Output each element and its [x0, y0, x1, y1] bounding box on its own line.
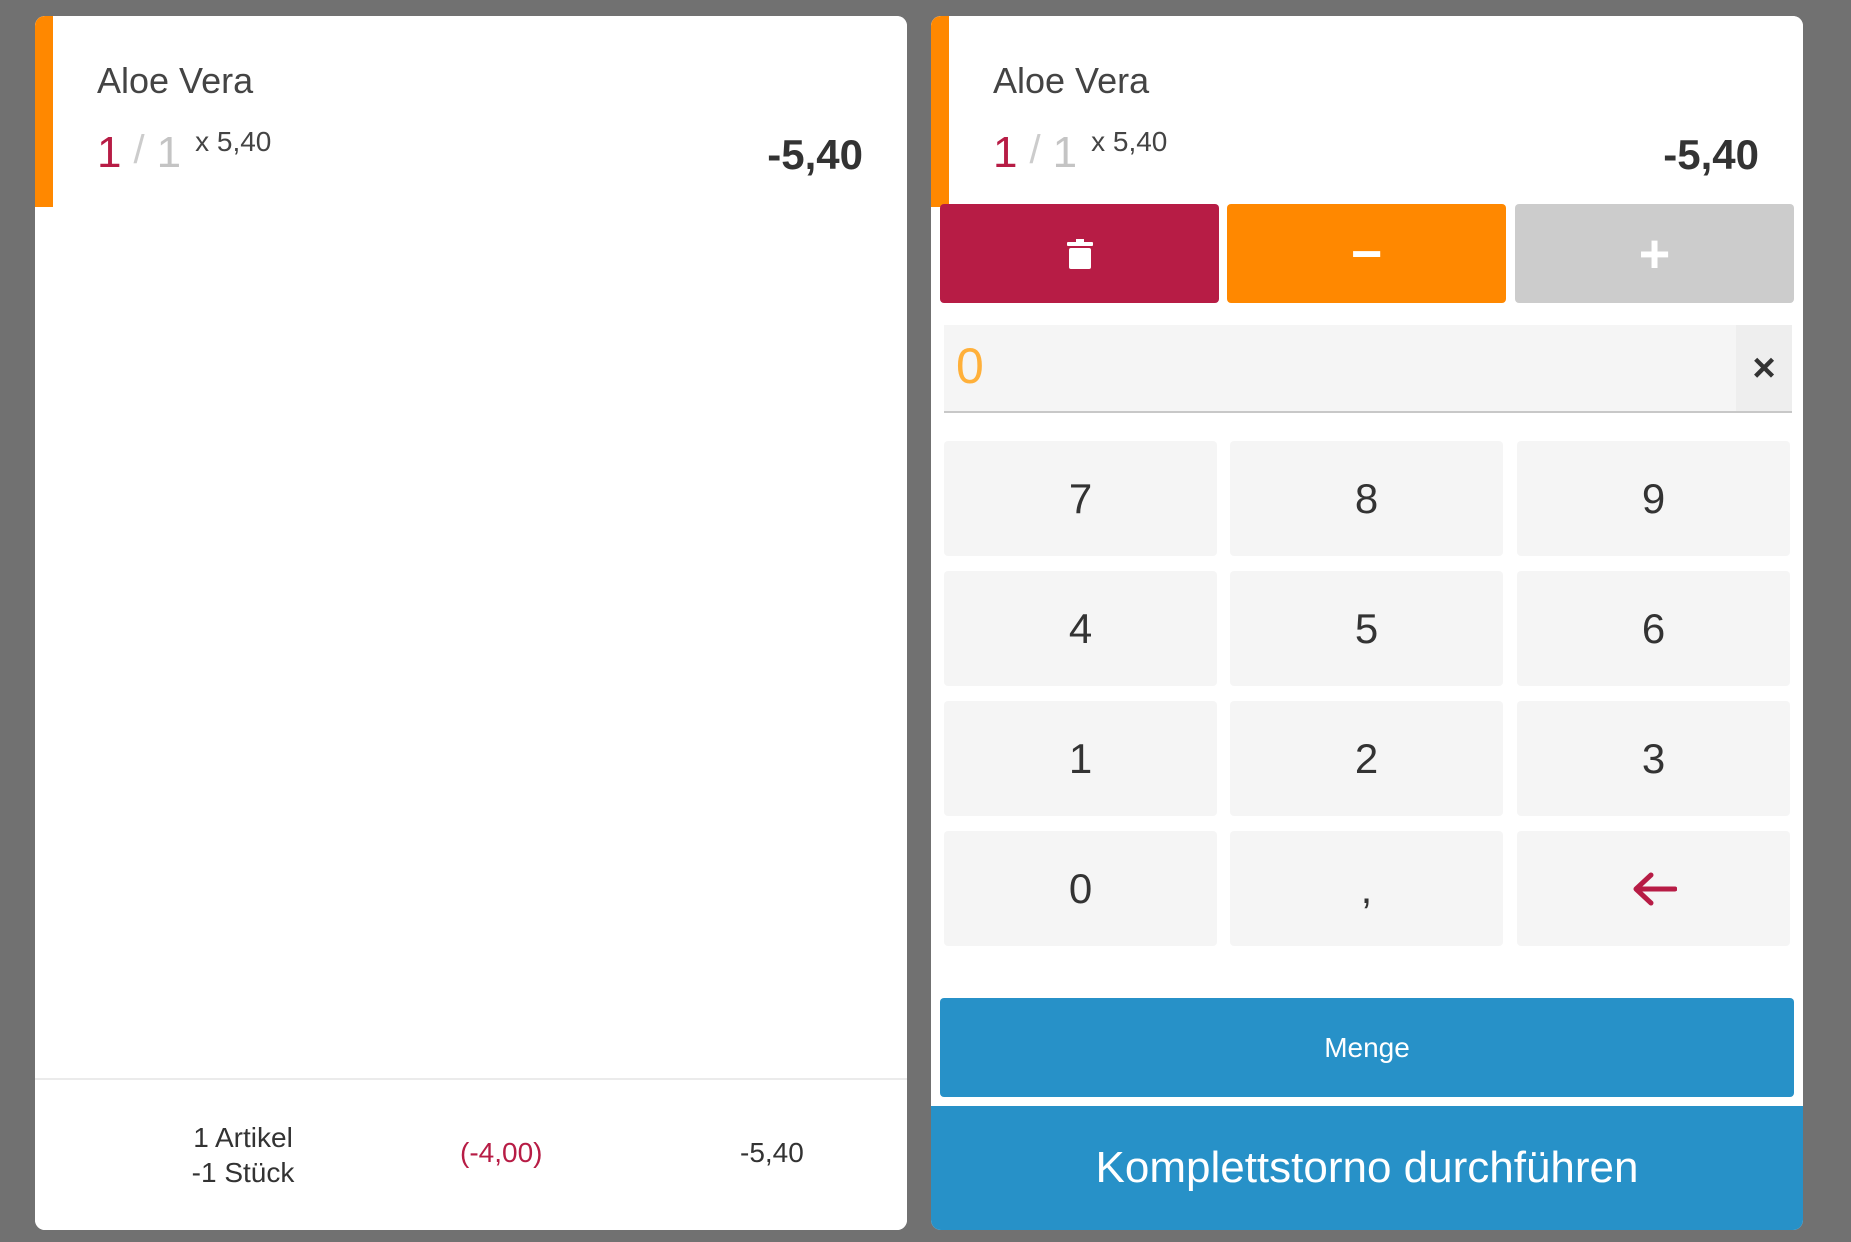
- summary-discount: (-4,00): [460, 1137, 543, 1168]
- item-price: -5,40: [1663, 131, 1759, 178]
- edit-panel: Aloe Vera 1/1 x 5,40 -5,40 − + 0 × 7 8 9 …: [931, 16, 1803, 1230]
- item-name: Aloe Vera: [97, 60, 254, 101]
- receipt-item[interactable]: Aloe Vera 1/1 x 5,40 -5,40: [35, 16, 907, 207]
- selected-item-card: Aloe Vera 1/1 x 5,40 -5,40: [931, 16, 1803, 207]
- key-6[interactable]: 6: [1517, 571, 1790, 686]
- summary-total: -5,40: [740, 1137, 804, 1168]
- quantity-total: 1: [1052, 128, 1078, 177]
- decrease-button[interactable]: −: [1227, 204, 1506, 303]
- delete-button[interactable]: [940, 204, 1219, 303]
- backspace-key[interactable]: [1517, 831, 1790, 946]
- selected-indicator: [35, 16, 53, 207]
- quantity-current: 1: [993, 128, 1018, 177]
- clear-input-button[interactable]: ×: [1736, 325, 1792, 411]
- quantity-current: 1: [97, 128, 122, 177]
- key-comma[interactable]: ,: [1230, 831, 1503, 946]
- quantity-input[interactable]: 0 ×: [944, 325, 1792, 413]
- key-5[interactable]: 5: [1230, 571, 1503, 686]
- key-7[interactable]: 7: [944, 441, 1217, 556]
- close-icon: ×: [1752, 345, 1776, 390]
- key-3[interactable]: 3: [1517, 701, 1790, 816]
- receipt-summary: 1 Artikel -1 Stück (-4,00) -5,40: [35, 1078, 907, 1230]
- quantity-total: 1: [156, 128, 182, 177]
- receipt-panel: Aloe Vera 1/1 x 5,40 -5,40 1 Artikel -1 S…: [35, 16, 907, 1230]
- summary-counts: 1 Artikel -1 Stück: [153, 1120, 333, 1190]
- item-quantity-line: 1/1 x 5,40: [993, 126, 1168, 188]
- quantity-separator: /: [1029, 128, 1041, 172]
- selected-indicator: [931, 16, 949, 207]
- unit-price: x 5,40: [1091, 126, 1168, 157]
- key-4[interactable]: 4: [944, 571, 1217, 686]
- plus-icon: +: [1638, 223, 1671, 284]
- piece-count: -1 Stück: [191, 1157, 295, 1188]
- item-name: Aloe Vera: [993, 60, 1150, 101]
- key-1[interactable]: 1: [944, 701, 1217, 816]
- unit-price: x 5,40: [195, 126, 272, 157]
- input-value: 0: [956, 338, 984, 394]
- item-quantity-line: 1/1 x 5,40: [97, 126, 272, 188]
- minus-icon: −: [1350, 223, 1383, 284]
- key-8[interactable]: 8: [1230, 441, 1503, 556]
- trash-icon: [1066, 238, 1093, 269]
- full-cancellation-button[interactable]: Komplettstorno durchführen: [931, 1106, 1803, 1230]
- article-count: 1 Artikel: [193, 1122, 293, 1153]
- key-0[interactable]: 0: [944, 831, 1217, 946]
- quantity-button[interactable]: Menge: [940, 998, 1794, 1097]
- arrow-left-icon: [1633, 872, 1677, 905]
- increase-button[interactable]: +: [1515, 204, 1794, 303]
- quantity-separator: /: [133, 128, 145, 172]
- key-9[interactable]: 9: [1517, 441, 1790, 556]
- key-2[interactable]: 2: [1230, 701, 1503, 816]
- item-price: -5,40: [767, 131, 863, 178]
